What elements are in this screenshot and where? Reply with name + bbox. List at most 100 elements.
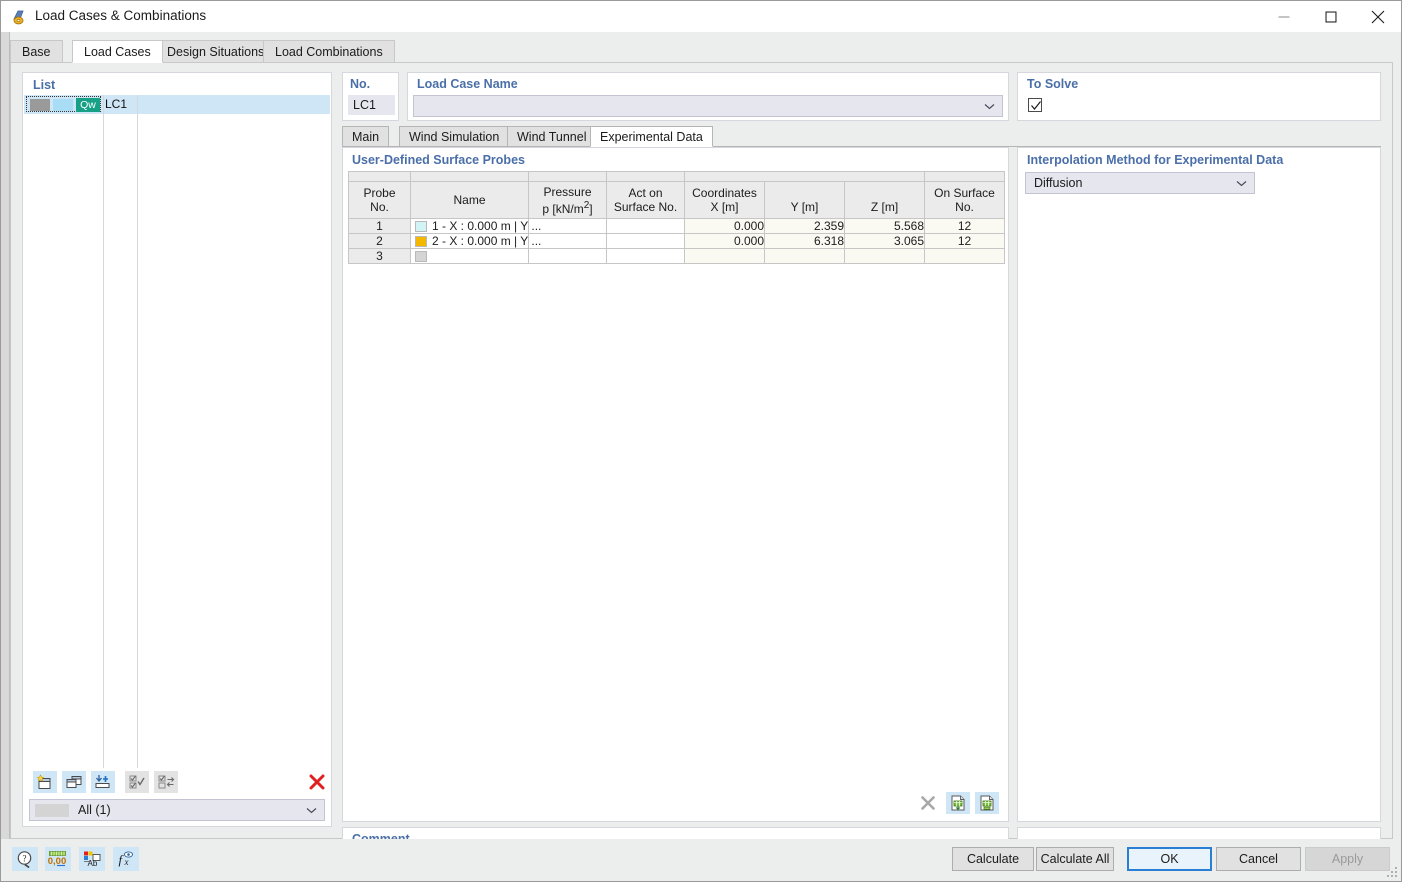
decimal-places-icon[interactable]: 0,00 [45,847,71,871]
delete-row-button[interactable] [916,792,940,814]
cell-on-surface[interactable] [925,249,1005,264]
tab-base[interactable]: Base [10,40,63,63]
copy-load-case-button[interactable] [62,771,86,793]
list-item-badge: Qw [76,98,100,112]
load-case-name-input[interactable] [413,95,1003,117]
group-blank-1 [349,172,411,182]
number-title: No. [350,77,370,91]
invert-selection-button[interactable] [154,771,178,793]
tab-load-combinations[interactable]: Load Combinations [263,40,395,63]
new-load-case-button[interactable] [33,771,57,793]
calculate-all-button[interactable]: Calculate All [1036,847,1114,871]
col-act-on-surface[interactable]: Act onSurface No. [607,182,685,219]
import-load-case-button[interactable] [91,771,115,793]
load-case-list[interactable]: Qw LC1 [24,95,330,768]
load-case-icon [11,8,29,26]
cell-x[interactable]: 0.000 [685,234,765,249]
interpolation-method-dropdown[interactable]: Diffusion [1025,172,1255,194]
calculate-button[interactable]: Calculate [952,847,1034,871]
svg-text:Ab: Ab [88,859,98,868]
select-all-button[interactable] [125,771,149,793]
probe-color-swatch [415,236,427,247]
minimize-button[interactable] [1260,1,1307,32]
cell-name[interactable]: 1 - X : 0.000 m | Y ... [411,219,529,234]
surface-probes-table[interactable]: ProbeNo. Name Pressurep [kN/m2] Act onSu… [348,171,1005,264]
cell-name[interactable] [411,249,529,264]
group-blank-4 [607,172,685,182]
cell-y[interactable]: 6.318 [765,234,845,249]
table-row[interactable]: 3 [349,249,1005,264]
tab-main[interactable]: Main [342,126,389,147]
dialog-window: Load Cases & Combinations Base Load Case… [0,0,1402,882]
cell-z[interactable]: 3.065 [845,234,925,249]
cell-on-surface[interactable]: 12 [925,219,1005,234]
export-table-button[interactable] [975,792,999,814]
load-case-name-title: Load Case Name [417,77,518,91]
cancel-button[interactable]: Cancel [1216,847,1301,871]
group-blank-5 [925,172,1005,182]
cell-z[interactable]: 5.568 [845,219,925,234]
number-panel: No. LC1 [342,72,399,121]
list-filter-dropdown[interactable]: All (1) [29,799,325,821]
table-header-row: ProbeNo. Name Pressurep [kN/m2] Act onSu… [349,182,1005,219]
import-table-button[interactable] [946,792,970,814]
list-title: List [33,78,55,92]
col-on-surface-no[interactable]: On SurfaceNo. [925,182,1005,219]
units-display-icon[interactable]: Ab [79,847,105,871]
tab-wind-simulation[interactable]: Wind Simulation [399,126,509,147]
cell-probe-no[interactable]: 3 [349,249,411,264]
cell-pressure[interactable] [529,249,607,264]
to-solve-panel: To Solve [1017,72,1381,121]
interpolation-panel: Interpolation Method for Experimental Da… [1017,147,1381,822]
cell-y[interactable]: 2.359 [765,219,845,234]
col-coordinate-x[interactable]: CoordinatesX [m] [685,182,765,219]
cell-name-text: 2 - X : 0.000 m | Y ... [432,234,541,249]
cell-probe-no[interactable]: 1 [349,219,411,234]
cell-on-surface[interactable]: 12 [925,234,1005,249]
cell-y[interactable] [765,249,845,264]
cell-z[interactable] [845,249,925,264]
tab-design-situations[interactable]: Design Situations [155,40,276,63]
cell-probe-no[interactable]: 2 [349,234,411,249]
close-button[interactable] [1354,1,1401,32]
cell-name-text: 1 - X : 0.000 m | Y ... [432,219,541,234]
apply-button[interactable]: Apply [1305,847,1390,871]
cell-x[interactable]: 0.000 [685,219,765,234]
table-row[interactable]: 2 2 - X : 0.000 m | Y ... 0.000 6.318 3.… [349,234,1005,249]
group-header-coordinates [685,172,925,182]
col-pressure[interactable]: Pressurep [kN/m2] [529,182,607,219]
cell-x[interactable] [685,249,765,264]
col-probe-no[interactable]: ProbeNo. [349,182,411,219]
ok-button[interactable]: OK [1127,847,1212,871]
tab-wind-tunnel[interactable]: Wind Tunnel [507,126,596,147]
cell-name[interactable]: 2 - X : 0.000 m | Y ... [411,234,529,249]
list-item-swatches[interactable]: Qw [26,96,101,112]
list-filter-swatch [35,804,69,817]
dialog-body: Base Load Cases Design Situations Load C… [1,32,1401,881]
tab-load-cases[interactable]: Load Cases [72,40,163,63]
probe-color-swatch [415,221,427,232]
surface-probes-title: User-Defined Surface Probes [352,153,525,167]
resize-grip[interactable] [1386,866,1398,878]
col-coordinate-z[interactable]: Z [m] [845,182,925,219]
interpolation-title: Interpolation Method for Experimental Da… [1027,153,1283,167]
cell-act-on-surface[interactable] [607,234,685,249]
cell-act-on-surface[interactable] [607,249,685,264]
list-toolbar [24,769,330,796]
formula-icon[interactable]: f x [113,847,139,871]
table-group-header-row [349,172,1005,182]
table-row[interactable]: 1 1 - X : 0.000 m | Y ... 0.000 2.359 5.… [349,219,1005,234]
list-column-divider-1 [103,95,104,768]
cell-act-on-surface[interactable] [607,219,685,234]
delete-load-case-button[interactable] [305,771,329,793]
tab-experimental-data[interactable]: Experimental Data [590,126,713,147]
load-case-number-value[interactable]: LC1 [348,95,395,115]
to-solve-checkbox[interactable] [1028,98,1042,112]
col-coordinate-y[interactable]: Y [m] [765,182,845,219]
maximize-button[interactable] [1307,1,1354,32]
col-name[interactable]: Name [411,182,529,219]
table-toolbar [916,792,1002,816]
list-column-divider-2 [137,95,138,768]
info-help-icon[interactable]: ? [12,847,38,871]
list-item[interactable]: Qw LC1 [24,95,330,114]
